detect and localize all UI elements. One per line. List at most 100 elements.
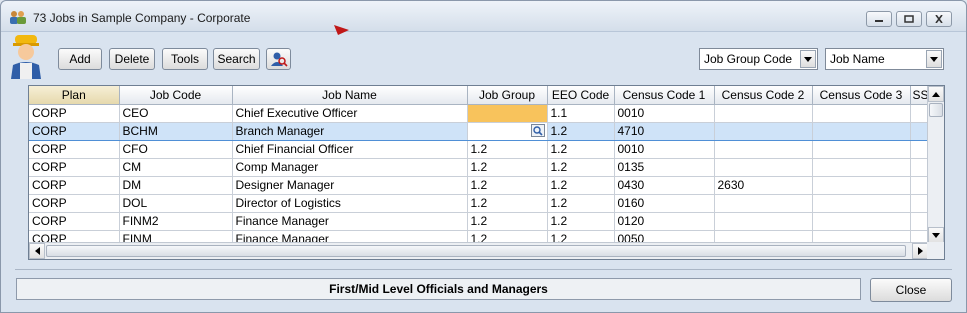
chevron-right-icon xyxy=(917,247,923,255)
job-name-select[interactable]: Job Name xyxy=(825,48,944,70)
cell-census-3[interactable] xyxy=(812,212,911,231)
cell-job-name[interactable]: Director of Logistics xyxy=(232,194,468,213)
table-row[interactable]: CORP CEO Chief Executive Officer 1.1 001… xyxy=(29,104,932,123)
column-header-census-code-2[interactable]: Census Code 2 xyxy=(714,86,813,105)
cell-census-1[interactable]: 0120 xyxy=(614,212,715,231)
dropdown-arrow-icon[interactable] xyxy=(800,50,816,68)
maximize-button[interactable] xyxy=(896,11,922,27)
column-header-job-name[interactable]: Job Name xyxy=(232,86,468,105)
cell-census-1[interactable]: 4710 xyxy=(614,122,715,141)
cell-census-2[interactable] xyxy=(714,104,813,123)
table-row[interactable]: CORP FINM2 Finance Manager 1.2 1.2 0120 xyxy=(29,212,932,231)
column-header-plan[interactable]: Plan xyxy=(29,86,120,105)
cell-job-name[interactable]: Designer Manager xyxy=(232,176,468,195)
cell-eeo-code[interactable]: 1.2 xyxy=(547,212,615,231)
job-name-value: Job Name xyxy=(830,52,885,66)
cell-job-group[interactable]: 1.2 xyxy=(467,176,548,195)
cell-job-name[interactable]: Chief Financial Officer xyxy=(232,140,468,159)
cell-census-2[interactable] xyxy=(714,158,813,177)
close-window-button[interactable] xyxy=(926,11,952,27)
column-header-job-code[interactable]: Job Code xyxy=(119,86,233,105)
horizontal-scroll-thumb[interactable] xyxy=(46,245,906,257)
cell-job-name[interactable]: Chief Executive Officer xyxy=(232,104,468,123)
cell-census-3[interactable] xyxy=(812,176,911,195)
search-button[interactable]: Search xyxy=(213,48,260,70)
table-row-selected[interactable]: CORP BCHM Branch Manager 1.2 4710 xyxy=(29,122,932,141)
cell-eeo-code[interactable]: 1.2 xyxy=(547,122,615,141)
scroll-left-button[interactable] xyxy=(29,243,45,259)
cell-job-code[interactable]: CEO xyxy=(119,104,233,123)
table-row[interactable]: CORP CFO Chief Financial Officer 1.2 1.2… xyxy=(29,140,932,159)
close-button[interactable]: Close xyxy=(870,278,952,302)
people-search-button[interactable] xyxy=(266,48,291,70)
chevron-down-icon xyxy=(930,56,938,62)
title-bar[interactable]: 73 Jobs in Sample Company - Corporate xyxy=(1,1,966,32)
cell-job-group[interactable]: 1.2 xyxy=(467,212,548,231)
column-header-census-code-1[interactable]: Census Code 1 xyxy=(614,86,715,105)
column-header-job-group[interactable]: Job Group xyxy=(467,86,548,105)
cell-census-2[interactable] xyxy=(714,122,813,141)
cell-eeo-code[interactable]: 1.2 xyxy=(547,194,615,213)
jobs-grid[interactable]: Plan Job Code Job Name Job Group EEO Cod… xyxy=(28,85,945,260)
dropdown-arrow-icon[interactable] xyxy=(926,50,942,68)
cell-job-code[interactable]: FINM2 xyxy=(119,212,233,231)
chevron-up-icon xyxy=(932,91,940,97)
cell-eeo-code[interactable]: 1.2 xyxy=(547,176,615,195)
cell-census-1[interactable]: 0010 xyxy=(614,140,715,159)
cell-plan[interactable]: CORP xyxy=(29,104,120,123)
cell-census-2[interactable] xyxy=(714,140,813,159)
cell-census-1[interactable]: 0135 xyxy=(614,158,715,177)
add-button[interactable]: Add xyxy=(58,48,102,70)
cell-eeo-code[interactable]: 1.2 xyxy=(547,140,615,159)
cell-job-group[interactable] xyxy=(467,104,548,123)
cell-census-3[interactable] xyxy=(812,140,911,159)
cell-plan[interactable]: CORP xyxy=(29,176,120,195)
magnifier-icon xyxy=(532,126,543,136)
delete-button[interactable]: Delete xyxy=(109,48,155,70)
vertical-scrollbar[interactable] xyxy=(927,86,944,243)
cell-job-group-editor[interactable] xyxy=(467,122,548,141)
cell-job-name[interactable]: Comp Manager xyxy=(232,158,468,177)
minimize-button[interactable] xyxy=(866,11,892,27)
cell-census-3[interactable] xyxy=(812,104,911,123)
cell-job-name[interactable]: Finance Manager xyxy=(232,212,468,231)
column-header-census-code-3[interactable]: Census Code 3 xyxy=(812,86,911,105)
scroll-right-button[interactable] xyxy=(912,243,928,259)
column-header-eeo-code[interactable]: EEO Code xyxy=(547,86,615,105)
cell-census-3[interactable] xyxy=(812,194,911,213)
cell-job-group[interactable]: 1.2 xyxy=(467,158,548,177)
table-row[interactable]: CORP DM Designer Manager 1.2 1.2 0430 26… xyxy=(29,176,932,195)
horizontal-scrollbar[interactable] xyxy=(29,242,928,259)
scroll-up-button[interactable] xyxy=(928,86,944,102)
cell-plan[interactable]: CORP xyxy=(29,122,120,141)
cell-census-2[interactable]: 2630 xyxy=(714,176,813,195)
cell-job-group[interactable]: 1.2 xyxy=(467,140,548,159)
cell-job-code[interactable]: DOL xyxy=(119,194,233,213)
table-row[interactable]: CORP CM Comp Manager 1.2 1.2 0135 xyxy=(29,158,932,177)
tools-button[interactable]: Tools xyxy=(162,48,208,70)
cell-census-1[interactable]: 0160 xyxy=(614,194,715,213)
table-row[interactable]: CORP DOL Director of Logistics 1.2 1.2 0… xyxy=(29,194,932,213)
cell-job-code[interactable]: BCHM xyxy=(119,122,233,141)
scroll-down-button[interactable] xyxy=(928,227,944,243)
vertical-scroll-thumb[interactable] xyxy=(929,103,943,117)
cell-plan[interactable]: CORP xyxy=(29,212,120,231)
cell-job-code[interactable]: CFO xyxy=(119,140,233,159)
cell-census-1[interactable]: 0010 xyxy=(614,104,715,123)
cell-census-2[interactable] xyxy=(714,212,813,231)
cell-census-3[interactable] xyxy=(812,122,911,141)
cell-job-code[interactable]: CM xyxy=(119,158,233,177)
cell-job-code[interactable]: DM xyxy=(119,176,233,195)
cell-plan[interactable]: CORP xyxy=(29,194,120,213)
cell-plan[interactable]: CORP xyxy=(29,158,120,177)
cell-plan[interactable]: CORP xyxy=(29,140,120,159)
cell-eeo-code[interactable]: 1.1 xyxy=(547,104,615,123)
lookup-button[interactable] xyxy=(530,124,545,137)
cell-eeo-code[interactable]: 1.2 xyxy=(547,158,615,177)
cell-job-name[interactable]: Branch Manager xyxy=(232,122,468,141)
cell-census-3[interactable] xyxy=(812,158,911,177)
cell-job-group[interactable]: 1.2 xyxy=(467,194,548,213)
cell-census-1[interactable]: 0430 xyxy=(614,176,715,195)
cell-census-2[interactable] xyxy=(714,194,813,213)
job-group-code-select[interactable]: Job Group Code xyxy=(699,48,818,70)
